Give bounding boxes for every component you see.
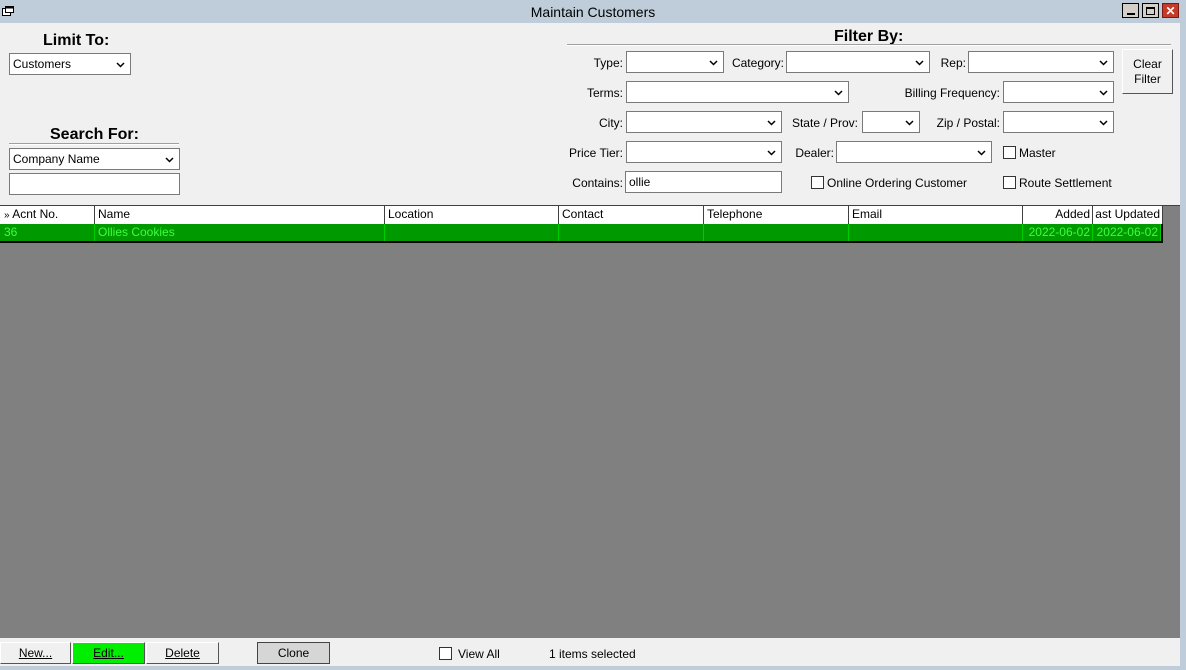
minimize-icon: [1126, 12, 1135, 15]
master-checkbox[interactable]: [1003, 146, 1016, 159]
search-field-value: Company Name: [13, 152, 100, 166]
clear-filter-label-line1: Clear: [1133, 56, 1162, 71]
limit-to-select[interactable]: Customers: [9, 53, 131, 75]
city-label: City:: [599, 116, 623, 130]
column-header-email[interactable]: Email: [849, 206, 1023, 224]
online-ordering-label: Online Ordering Customer: [827, 176, 968, 190]
column-header-location[interactable]: Location: [385, 206, 559, 224]
zip-label: Zip / Postal:: [936, 116, 1000, 130]
column-header-acnt-no[interactable]: » Acnt No.: [0, 206, 95, 224]
cell-name: Ollies Cookies: [95, 224, 385, 241]
terms-label: Terms:: [587, 86, 623, 100]
master-label: Master: [1019, 146, 1056, 160]
cell-added: 2022-06-02: [1023, 224, 1093, 241]
chevron-down-icon: [1099, 90, 1108, 96]
maximize-icon: [1146, 6, 1155, 15]
city-select[interactable]: [626, 111, 782, 133]
chevron-down-icon: [767, 120, 776, 126]
contains-label: Contains:: [572, 176, 623, 190]
chevron-down-icon: [165, 157, 174, 163]
type-label: Type:: [593, 56, 623, 70]
title-bar: Maintain Customers ✕: [0, 0, 1186, 23]
column-header-name[interactable]: Name: [95, 206, 385, 224]
delete-button-label: Delete: [165, 645, 200, 660]
dealer-label: Dealer:: [795, 146, 834, 160]
state-select[interactable]: [862, 111, 920, 133]
price-tier-select[interactable]: [626, 141, 782, 163]
price-tier-label: Price Tier:: [568, 146, 623, 160]
clone-button[interactable]: Clone: [257, 642, 330, 664]
billing-frequency-select[interactable]: [1003, 81, 1114, 103]
clone-button-label: Clone: [277, 645, 310, 660]
column-header-added[interactable]: Added: [1023, 206, 1093, 224]
cell-email: [849, 224, 1023, 241]
type-select[interactable]: [626, 51, 724, 73]
table-row[interactable]: 36 Ollies Cookies 2022-06-02 2022-06-02: [0, 224, 1163, 243]
chevron-down-icon: [905, 120, 914, 126]
terms-select[interactable]: [626, 81, 849, 103]
status-text: 1 items selected: [549, 647, 636, 661]
clear-filter-label-line2: Filter: [1134, 71, 1161, 86]
chevron-down-icon: [116, 62, 125, 68]
cell-contact: [559, 224, 704, 241]
search-for-divider: [9, 143, 179, 145]
zip-select[interactable]: [1003, 111, 1114, 133]
view-all-label: View All: [458, 647, 500, 661]
limit-to-value: Customers: [13, 57, 72, 71]
chevron-down-icon: [709, 60, 718, 66]
main-panel: Limit To: Customers Search For: Company …: [0, 23, 1180, 666]
minimize-button[interactable]: [1122, 3, 1139, 18]
column-header-telephone[interactable]: Telephone: [704, 206, 849, 224]
route-settlement-checkbox[interactable]: [1003, 176, 1016, 189]
row-indicator-icon: »: [4, 210, 10, 221]
category-select[interactable]: [786, 51, 930, 73]
limit-to-heading: Limit To:: [43, 32, 110, 49]
clear-filter-button[interactable]: Clear Filter: [1122, 49, 1173, 94]
chevron-down-icon: [834, 90, 843, 96]
filter-by-divider: [567, 44, 1171, 46]
chevron-down-icon: [977, 150, 986, 156]
cell-location: [385, 224, 559, 241]
delete-button[interactable]: Delete: [146, 642, 219, 664]
billing-frequency-label: Billing Frequency:: [904, 86, 1000, 100]
customer-grid[interactable]: » Acnt No. Name Location Contact Telepho…: [0, 205, 1180, 638]
contains-input[interactable]: ollie: [625, 171, 782, 193]
maximize-button[interactable]: [1142, 3, 1159, 18]
chevron-down-icon: [767, 150, 776, 156]
column-header-contact[interactable]: Contact: [559, 206, 704, 224]
bottom-toolbar: New... Edit... Delete Clone View All 1 i…: [0, 638, 1180, 666]
edit-button-label: Edit...: [93, 645, 124, 660]
online-ordering-checkbox[interactable]: [811, 176, 824, 189]
dealer-select[interactable]: [836, 141, 992, 163]
new-button-label: New...: [18, 645, 53, 660]
chevron-down-icon: [1099, 60, 1108, 66]
search-for-heading: Search For:: [50, 126, 139, 143]
chevron-down-icon: [915, 60, 924, 66]
new-button[interactable]: New...: [0, 642, 71, 664]
contains-value: ollie: [629, 175, 651, 189]
rep-label: Rep:: [940, 56, 966, 70]
edit-button[interactable]: Edit...: [72, 642, 145, 664]
cell-last-updated: 2022-06-02: [1093, 224, 1161, 241]
window-title: Maintain Customers: [530, 4, 656, 20]
chevron-down-icon: [1099, 120, 1108, 126]
cell-acnt-no: 36: [0, 224, 95, 241]
route-settlement-label: Route Settlement: [1019, 176, 1112, 190]
grid-header: » Acnt No. Name Location Contact Telepho…: [0, 206, 1163, 224]
rep-select[interactable]: [968, 51, 1114, 73]
view-all-checkbox[interactable]: [439, 647, 452, 660]
close-button[interactable]: ✕: [1162, 3, 1179, 18]
search-input[interactable]: [9, 173, 180, 195]
category-label: Category:: [731, 56, 784, 70]
column-header-label: Acnt No.: [12, 207, 59, 221]
search-field-select[interactable]: Company Name: [9, 148, 180, 170]
state-label: State / Prov:: [791, 116, 858, 130]
close-icon: ✕: [1165, 3, 1176, 18]
cell-telephone: [704, 224, 849, 241]
column-header-last-updated[interactable]: ast Updated: [1093, 206, 1163, 224]
